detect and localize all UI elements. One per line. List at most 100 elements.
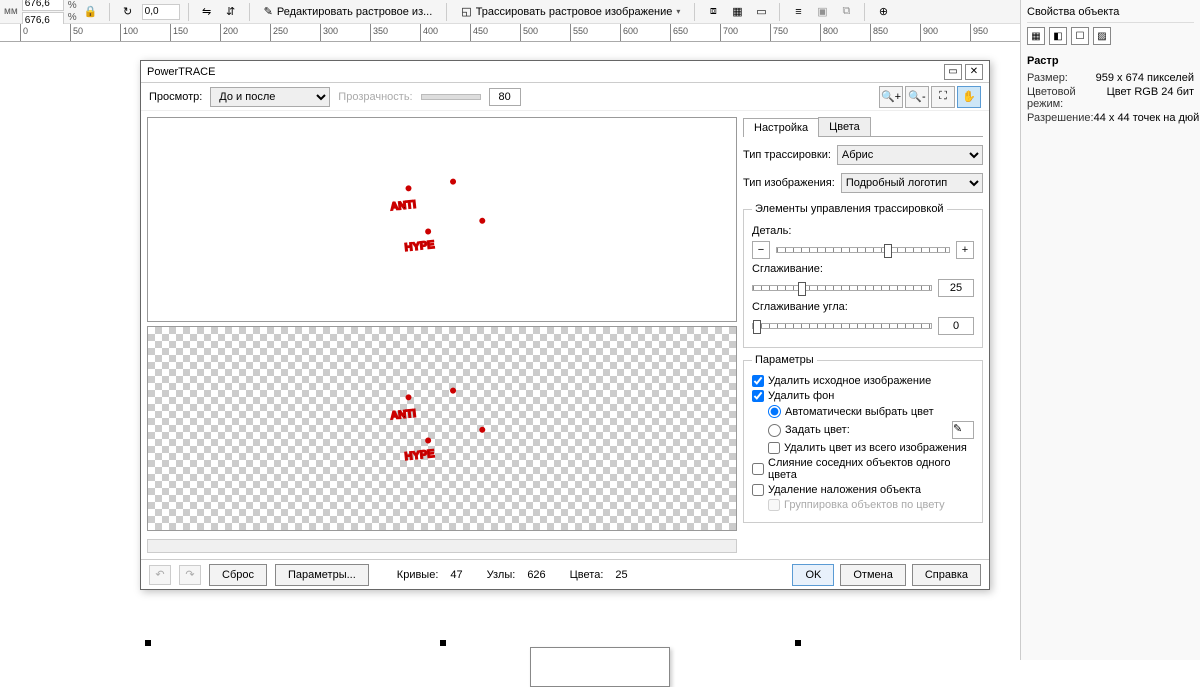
prop-value: 44 x 44 точек на дюйм bbox=[1094, 112, 1200, 124]
object-width-input[interactable] bbox=[22, 0, 64, 11]
detail-slider[interactable] bbox=[776, 247, 950, 253]
svg-text:HYPE: HYPE bbox=[404, 447, 435, 462]
straighten-icon[interactable]: ▭ bbox=[751, 2, 771, 22]
dialog-titlebar[interactable]: PowerTRACE ▭ ✕ bbox=[141, 61, 989, 83]
page-outline bbox=[530, 647, 670, 687]
prop-key: Разрешение: bbox=[1027, 112, 1094, 124]
curves-label: Кривые: bbox=[397, 569, 439, 581]
transparency-icon[interactable]: ☐ bbox=[1071, 27, 1089, 45]
prop-value: Цвет RGB 24 бит bbox=[1107, 86, 1194, 110]
percent-label: % bbox=[68, 12, 77, 23]
add-icon[interactable]: ⊕ bbox=[873, 2, 893, 22]
align-icon[interactable]: ≡ bbox=[788, 2, 808, 22]
opt-remove-overlap[interactable]: Удаление наложения объекта bbox=[752, 484, 974, 496]
docker-title: Свойства объекта bbox=[1027, 4, 1194, 23]
smoothing-label: Сглаживание: bbox=[752, 263, 823, 275]
dialog-toolbar: Просмотр: До и после Прозрачность: 🔍+ 🔍-… bbox=[141, 83, 989, 111]
lock-ratio-icon[interactable]: 🔒 bbox=[81, 2, 101, 22]
opt-remove-color-everywhere[interactable]: Удалить цвет из всего изображения bbox=[768, 442, 974, 454]
redo-icon[interactable]: ↷ bbox=[179, 565, 201, 585]
resample-icon[interactable]: ▦ bbox=[727, 2, 747, 22]
edit-bitmap-button[interactable]: ✎ Редактировать растровое из... bbox=[258, 2, 439, 22]
prop-key: Цветовой режим: bbox=[1027, 86, 1107, 110]
color-picker-icon[interactable]: ✎ bbox=[952, 421, 974, 439]
outline-icon[interactable]: ▦ bbox=[1027, 27, 1045, 45]
link-icon[interactable]: ⧉ bbox=[836, 2, 856, 22]
preview-scrollbar[interactable] bbox=[147, 539, 737, 553]
preview-before-image: ANTI HYPE bbox=[362, 155, 522, 285]
wrap-icon[interactable]: ▣ bbox=[812, 2, 832, 22]
corner-input[interactable] bbox=[938, 317, 974, 335]
tab-colors[interactable]: Цвета bbox=[818, 117, 871, 136]
selection-handle[interactable] bbox=[440, 640, 446, 646]
preview-after-image: ANTI HYPE bbox=[362, 364, 522, 494]
preview-before[interactable]: ANTI HYPE bbox=[147, 117, 737, 322]
close-icon[interactable]: ✕ bbox=[965, 64, 983, 80]
zoom-in-icon[interactable]: 🔍+ bbox=[879, 86, 903, 108]
trace-controls-group: Элементы управления трассировкой Деталь:… bbox=[743, 203, 983, 348]
colors-value: 25 bbox=[615, 569, 627, 581]
trace-controls-legend: Элементы управления трассировкой bbox=[752, 203, 947, 215]
transparency-input[interactable] bbox=[489, 88, 521, 106]
opt-delete-background[interactable]: Удалить фон bbox=[752, 390, 974, 402]
preview-mode-select[interactable]: До и после bbox=[210, 87, 330, 107]
mirror-v-icon[interactable]: ⇵ bbox=[221, 2, 241, 22]
svg-text:ANTI: ANTI bbox=[390, 407, 417, 422]
object-properties-docker: Свойства объекта ▦ ◧ ☐ ▨ Растр Размер:95… bbox=[1020, 0, 1200, 660]
zoom-fit-icon[interactable]: ⛶ bbox=[931, 86, 955, 108]
dialog-footer: ↶ ↷ Сброс Параметры... Кривые:47 Узлы:62… bbox=[141, 559, 989, 589]
opt-set-color[interactable]: Задать цвет:✎ bbox=[768, 421, 974, 439]
selection-handle[interactable] bbox=[145, 640, 151, 646]
smoothing-input[interactable] bbox=[938, 279, 974, 297]
detail-minus-icon[interactable]: − bbox=[752, 241, 770, 259]
prop-value: 959 x 674 пикселей bbox=[1096, 72, 1194, 84]
fill-icon[interactable]: ◧ bbox=[1049, 27, 1067, 45]
reset-button[interactable]: Сброс bbox=[209, 564, 267, 586]
image-type-label: Тип изображения: bbox=[743, 177, 835, 189]
preview-label: Просмотр: bbox=[149, 91, 202, 103]
svg-text:ANTI: ANTI bbox=[390, 198, 417, 213]
trace-type-select[interactable]: Абрис bbox=[837, 145, 983, 165]
dialog-title: PowerTRACE bbox=[147, 66, 215, 78]
parameters-button[interactable]: Параметры... bbox=[275, 564, 369, 586]
image-type-select[interactable]: Подробный логотип bbox=[841, 173, 983, 193]
opt-auto-pick-color[interactable]: Автоматически выбрать цвет bbox=[768, 405, 974, 418]
chevron-down-icon: ▾ bbox=[676, 7, 680, 16]
maximize-icon[interactable]: ▭ bbox=[944, 64, 962, 80]
settings-column: Настройка Цвета Тип трассировки: Абрис Т… bbox=[743, 117, 983, 553]
ok-button[interactable]: OK bbox=[792, 564, 834, 586]
opt-merge-adjacent[interactable]: Слияние соседних объектов одного цвета bbox=[752, 457, 974, 481]
prop-key: Размер: bbox=[1027, 72, 1068, 84]
settings-tabs: Настройка Цвета bbox=[743, 117, 983, 137]
pan-icon[interactable]: ✋ bbox=[957, 86, 981, 108]
zoom-out-icon[interactable]: 🔍- bbox=[905, 86, 929, 108]
mirror-h-icon[interactable]: ⇋ bbox=[197, 2, 217, 22]
transparency-slider bbox=[421, 94, 481, 100]
bitmap-icon[interactable]: ▨ bbox=[1093, 27, 1111, 45]
options-group: Параметры Удалить исходное изображение У… bbox=[743, 354, 983, 523]
trace-type-label: Тип трассировки: bbox=[743, 149, 831, 161]
opt-group-by-color: Группировка объектов по цвету bbox=[768, 499, 974, 511]
trace-bitmap-button[interactable]: ◱ Трассировать растровое изображение ▾ bbox=[455, 2, 686, 22]
rotation-input[interactable] bbox=[142, 4, 180, 20]
edit-bitmap-label: Редактировать растровое из... bbox=[277, 6, 432, 18]
opt-delete-source[interactable]: Удалить исходное изображение bbox=[752, 375, 974, 387]
selection-handle[interactable] bbox=[795, 640, 801, 646]
help-button[interactable]: Справка bbox=[912, 564, 981, 586]
colors-label: Цвета: bbox=[570, 569, 604, 581]
powertrace-dialog: PowerTRACE ▭ ✕ Просмотр: До и после Проз… bbox=[140, 60, 990, 590]
detail-plus-icon[interactable]: + bbox=[956, 241, 974, 259]
corner-smoothing-label: Сглаживание угла: bbox=[752, 301, 848, 313]
preview-after[interactable]: ANTI HYPE bbox=[147, 326, 737, 531]
nodes-value: 626 bbox=[527, 569, 545, 581]
cancel-button[interactable]: Отмена bbox=[840, 564, 905, 586]
undo-icon[interactable]: ↶ bbox=[149, 565, 171, 585]
smoothing-slider[interactable] bbox=[752, 285, 932, 291]
rotate-icon[interactable]: ↻ bbox=[118, 2, 138, 22]
crop-icon[interactable]: ⧈ bbox=[703, 2, 723, 22]
options-legend: Параметры bbox=[752, 354, 817, 366]
corner-slider[interactable] bbox=[752, 323, 932, 329]
percent-label: % bbox=[68, 0, 77, 11]
docker-icon-row: ▦ ◧ ☐ ▨ bbox=[1027, 23, 1194, 49]
tab-settings[interactable]: Настройка bbox=[743, 118, 819, 137]
